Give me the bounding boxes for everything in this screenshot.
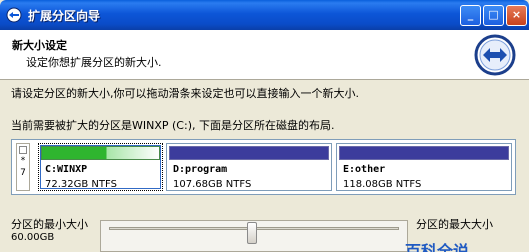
partition-size: 118.08GB NTFS bbox=[343, 179, 422, 190]
partition-size: 72.32GB NTFS bbox=[45, 179, 117, 190]
partition-info-text: 当前需要被扩大的分区是WINXP (C:), 下面是分区所在磁盘的布局. bbox=[11, 119, 335, 132]
max-size-label: 分区的最大大小 bbox=[416, 218, 493, 231]
minimize-button[interactable]: _ bbox=[460, 5, 481, 26]
size-slider[interactable] bbox=[100, 220, 408, 252]
maximize-button[interactable]: □ bbox=[483, 5, 504, 26]
partition-name: C:WINXP bbox=[45, 164, 88, 175]
min-size-label: 分区的最小大小 bbox=[11, 218, 88, 231]
legend-mark: * bbox=[20, 156, 26, 166]
disk-layout: * 7 C:WINXP 72.32GB NTFS D:program 107.6… bbox=[11, 139, 516, 195]
partition-usage-bar bbox=[41, 146, 160, 160]
legend-swatch bbox=[19, 146, 27, 154]
partition-size: 107.68GB NTFS bbox=[173, 179, 252, 190]
slider-thumb[interactable] bbox=[247, 222, 257, 244]
legend-number: 7 bbox=[20, 168, 26, 178]
partition-name: E:other bbox=[343, 164, 386, 175]
close-button[interactable]: × bbox=[506, 5, 527, 26]
partition-c[interactable]: C:WINXP 72.32GB NTFS bbox=[38, 143, 163, 191]
partition-name: D:program bbox=[173, 164, 228, 175]
partition-usage-bar bbox=[169, 146, 329, 160]
partition-usage-bar bbox=[339, 146, 509, 160]
wizard-header: 新大小设定 设定你想扩展分区的新大小. bbox=[0, 30, 529, 80]
title-bar: 扩展分区向导 _ □ × bbox=[0, 0, 529, 30]
page-subtitle: 设定你想扩展分区的新大小. bbox=[26, 56, 162, 69]
min-size-value: 60.00GB bbox=[11, 232, 55, 243]
app-icon bbox=[6, 7, 22, 23]
partition-e[interactable]: E:other 118.08GB NTFS bbox=[336, 143, 512, 191]
resize-arrows-icon bbox=[474, 34, 516, 76]
disk-legend: * 7 bbox=[16, 143, 30, 191]
window-title: 扩展分区向导 bbox=[28, 9, 101, 23]
watermark-text: 百科全说 bbox=[405, 242, 470, 252]
partition-d[interactable]: D:program 107.68GB NTFS bbox=[166, 143, 332, 191]
instruction-text: 请设定分区的新大小,你可以拖动滑条来设定也可以直接输入一个新大小. bbox=[11, 87, 359, 100]
page-title: 新大小设定 bbox=[12, 39, 67, 52]
